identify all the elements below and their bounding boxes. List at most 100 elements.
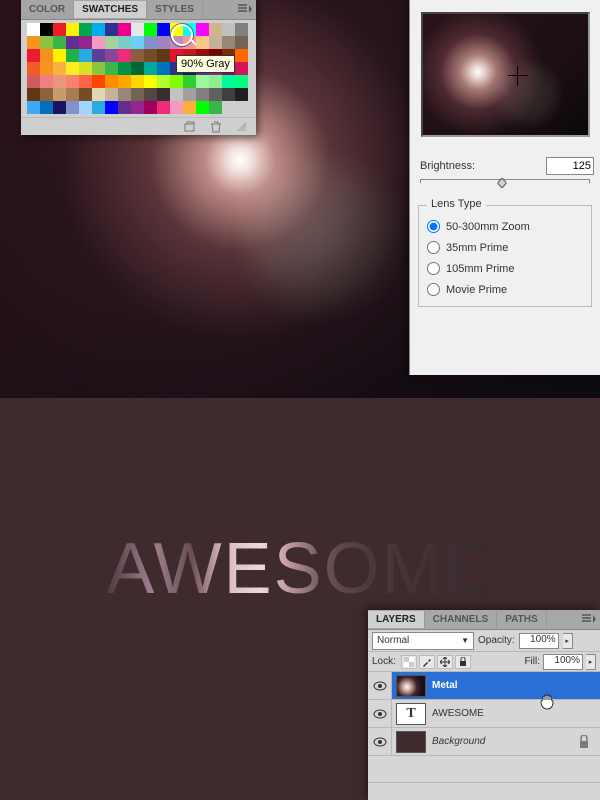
swatch[interactable] [79,101,92,114]
swatch[interactable] [27,62,40,75]
radio-input-35[interactable] [427,241,440,254]
slider-thumb-icon[interactable] [497,178,506,188]
swatch[interactable] [131,88,144,101]
swatch[interactable] [40,75,53,88]
swatch[interactable] [183,75,196,88]
swatch[interactable] [105,75,118,88]
radio-input-105[interactable] [427,262,440,275]
swatch[interactable] [209,23,222,36]
swatch[interactable] [92,62,105,75]
tab-layers[interactable]: LAYERS [368,611,425,628]
swatch[interactable] [40,23,53,36]
swatch[interactable] [157,36,170,49]
swatch[interactable] [27,88,40,101]
swatch[interactable] [209,75,222,88]
brightness-slider[interactable] [420,179,590,193]
swatch[interactable] [157,88,170,101]
swatch[interactable] [53,75,66,88]
swatch[interactable] [79,36,92,49]
swatch[interactable] [27,101,40,114]
panel-menu-icon[interactable] [238,4,252,16]
swatch[interactable] [183,36,196,49]
swatch[interactable] [170,88,183,101]
swatch[interactable] [79,23,92,36]
swatch[interactable] [79,49,92,62]
delete-swatch-icon[interactable] [208,120,224,134]
swatch[interactable] [27,75,40,88]
swatch[interactable] [118,62,131,75]
swatch[interactable] [183,101,196,114]
swatch[interactable] [144,23,157,36]
swatch[interactable] [105,101,118,114]
swatch[interactable] [27,23,40,36]
swatch[interactable] [79,62,92,75]
swatch[interactable] [40,101,53,114]
opacity-stepper-icon[interactable]: ▸ [563,633,573,649]
swatch[interactable] [144,49,157,62]
swatch[interactable] [66,49,79,62]
tab-color[interactable]: COLOR [21,1,74,18]
swatch[interactable] [131,36,144,49]
swatch[interactable] [66,36,79,49]
tab-channels[interactable]: CHANNELS [425,611,498,628]
radio-input-50-300[interactable] [427,220,440,233]
swatch[interactable] [105,36,118,49]
swatch[interactable] [235,75,248,88]
swatch[interactable] [40,49,53,62]
swatch[interactable] [131,62,144,75]
swatch[interactable] [53,23,66,36]
radio-50-300mm-zoom[interactable]: 50-300mm Zoom [427,216,583,237]
brightness-input[interactable] [546,157,594,175]
swatch[interactable] [66,75,79,88]
layer-row-background[interactable]: Background [368,728,600,756]
swatch[interactable] [53,49,66,62]
swatch[interactable] [118,101,131,114]
swatch[interactable] [144,75,157,88]
radio-35mm-prime[interactable]: 35mm Prime [427,237,583,258]
fill-stepper-icon[interactable]: ▸ [586,654,596,670]
swatch[interactable] [53,101,66,114]
layer-thumb-background[interactable] [396,731,426,753]
swatch[interactable] [118,49,131,62]
swatch[interactable] [235,23,248,36]
fill-field[interactable]: 100% [543,654,583,670]
swatch[interactable] [144,36,157,49]
swatch[interactable] [196,101,209,114]
swatch[interactable] [66,101,79,114]
tab-styles[interactable]: STYLES [147,1,203,18]
layers-panel-menu-icon[interactable] [582,614,596,626]
swatch[interactable] [170,23,183,36]
swatch[interactable] [170,36,183,49]
swatch[interactable] [209,88,222,101]
swatch[interactable] [92,49,105,62]
swatch[interactable] [209,101,222,114]
new-swatch-icon[interactable] [182,120,198,134]
layer-row-awesome[interactable]: T AWESOME [368,700,600,728]
swatch[interactable] [157,62,170,75]
tab-swatches[interactable]: SWATCHES [74,1,147,18]
swatch[interactable] [40,36,53,49]
swatch[interactable] [79,88,92,101]
radio-input-movie[interactable] [427,283,440,296]
swatch[interactable] [92,36,105,49]
swatch[interactable] [196,36,209,49]
swatch[interactable] [118,23,131,36]
swatch[interactable] [209,36,222,49]
swatch[interactable] [144,101,157,114]
swatch[interactable] [144,62,157,75]
swatch[interactable] [235,62,248,75]
radio-105mm-prime[interactable]: 105mm Prime [427,258,583,279]
lock-position-icon[interactable] [437,655,453,669]
swatch[interactable] [53,62,66,75]
swatch[interactable] [40,62,53,75]
swatch[interactable] [222,88,235,101]
swatch[interactable] [183,23,196,36]
swatch[interactable] [92,75,105,88]
lock-pixels-icon[interactable] [419,655,435,669]
swatch[interactable] [157,23,170,36]
swatch[interactable] [40,88,53,101]
swatch[interactable] [183,88,196,101]
swatch[interactable] [66,23,79,36]
swatch[interactable] [222,36,235,49]
swatch[interactable] [105,49,118,62]
